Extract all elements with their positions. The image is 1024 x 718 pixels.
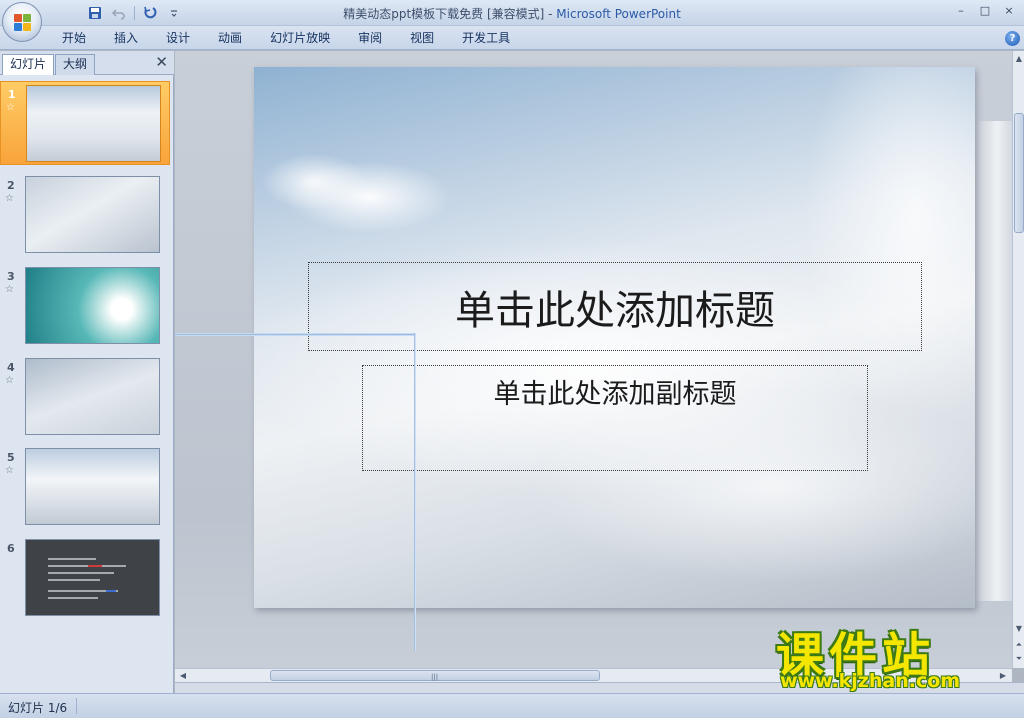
preview-text-line <box>48 579 100 581</box>
slide-preview <box>25 539 160 616</box>
slide-thumbnail-list: 1 ☆ 2 ☆ 3 ☆ 4 ☆ 5 ☆ 6 <box>0 79 174 691</box>
preview-text-line <box>48 597 98 599</box>
slide-number: 2 <box>7 179 15 192</box>
scroll-down-icon[interactable]: ▼ <box>1014 623 1024 635</box>
vertical-scrollbar[interactable]: ▲ ▼ ⏶ ⏷ <box>1012 51 1024 668</box>
animation-icon: ☆ <box>6 102 15 113</box>
window-title: 精美动态ppt模板下载免费 [兼容模式] - Microsoft PowerPo… <box>0 5 1024 22</box>
preview-text-line <box>48 572 114 574</box>
animation-icon: ☆ <box>5 375 14 386</box>
animation-light-line-vertical <box>414 333 416 651</box>
animation-icon: ☆ <box>5 284 14 295</box>
tab-slides[interactable]: 幻灯片 <box>2 54 55 75</box>
title-placeholder[interactable]: 单击此处添加标题 <box>308 262 922 351</box>
slide-number: 4 <box>7 361 15 374</box>
slide-number: 6 <box>7 542 15 555</box>
site-watermark: 课件站 www.kjzhan.com <box>772 616 1008 694</box>
slide-preview <box>25 176 160 253</box>
slide-number: 3 <box>7 270 15 283</box>
tab-outline[interactable]: 大纲 <box>55 54 96 75</box>
vertical-scroll-thumb[interactable] <box>1014 113 1024 233</box>
document-name: 精美动态ppt模板下载免费 [兼容模式] <box>343 7 545 21</box>
title-bar: 精美动态ppt模板下载免费 [兼容模式] - Microsoft PowerPo… <box>0 0 1024 26</box>
tab-design[interactable]: 设计 <box>152 30 204 46</box>
maximize-button[interactable]: □ <box>974 2 996 18</box>
preview-text-line <box>106 590 116 592</box>
minimize-button[interactable]: – <box>950 2 972 18</box>
slides-pane: 幻灯片 大纲 ✕ 1 ☆ 2 ☆ 3 ☆ 4 ☆ 5 ☆ 6 <box>0 51 174 693</box>
scroll-up-icon[interactable]: ▲ <box>1014 53 1024 65</box>
slide-number: 1 <box>8 88 16 101</box>
slide-count: 幻灯片 1/6 <box>8 701 68 715</box>
app-name: Microsoft PowerPoint <box>556 7 681 21</box>
subtitle-placeholder-text: 单击此处添加副标题 <box>493 379 737 410</box>
title-placeholder-text: 单击此处添加标题 <box>455 287 775 334</box>
watermark-url: www.kjzhan.com <box>780 670 961 692</box>
preview-text-line <box>48 565 126 567</box>
slide-thumbnail-1[interactable]: 1 ☆ <box>0 81 170 165</box>
pane-tabs: 幻灯片 大纲 ✕ <box>0 51 174 75</box>
status-divider <box>76 698 77 714</box>
ribbon-tabs: 开始 插入 设计 动画 幻灯片放映 审阅 视图 开发工具 <box>48 30 524 46</box>
subtitle-placeholder[interactable]: 单击此处添加副标题 <box>362 365 868 471</box>
tab-animations[interactable]: 动画 <box>204 30 256 46</box>
slide-thumbnail-4[interactable]: 4 ☆ <box>0 355 170 439</box>
tab-slide-show[interactable]: 幻灯片放映 <box>256 30 344 46</box>
horizontal-scroll-thumb[interactable]: ||| <box>270 670 600 681</box>
tab-insert[interactable]: 插入 <box>100 30 152 46</box>
animation-icon: ☆ <box>5 193 14 204</box>
help-icon[interactable]: ? <box>1005 31 1020 46</box>
next-slide-icon[interactable]: ⏷ <box>1014 653 1024 665</box>
title-separator: - <box>544 7 557 21</box>
slide-preview <box>25 358 160 435</box>
scroll-left-icon[interactable]: ◀ <box>177 670 189 682</box>
scroll-grip-icon: ||| <box>431 673 439 681</box>
ribbon: 开始 插入 设计 动画 幻灯片放映 审阅 视图 开发工具 ? <box>0 26 1024 50</box>
preview-text-line <box>88 565 102 567</box>
slide-thumbnail-2[interactable]: 2 ☆ <box>0 173 170 257</box>
preview-text-line <box>48 558 96 560</box>
office-button[interactable] <box>2 2 42 42</box>
slide-preview <box>25 448 160 525</box>
tab-developer[interactable]: 开发工具 <box>448 30 524 46</box>
current-slide[interactable]: 单击此处添加标题 单击此处添加副标题 <box>254 67 975 608</box>
animation-icon: ☆ <box>5 465 14 476</box>
close-icon[interactable]: ✕ <box>155 54 168 70</box>
background-image-overflow <box>975 121 1012 601</box>
status-bar: 幻灯片 1/6 <box>0 693 1024 718</box>
slide-number: 5 <box>7 451 15 464</box>
previous-slide-icon[interactable]: ⏶ <box>1014 639 1024 651</box>
window-controls: – □ × <box>950 2 1020 18</box>
tab-review[interactable]: 审阅 <box>344 30 396 46</box>
slide-editor: 单击此处添加标题 单击此处添加副标题 <box>175 51 1012 668</box>
slide-preview <box>25 267 160 344</box>
tab-home[interactable]: 开始 <box>48 30 100 46</box>
office-logo-icon <box>14 14 31 31</box>
slide-thumbnail-5[interactable]: 5 ☆ <box>0 445 170 529</box>
slide-thumbnail-6[interactable]: 6 <box>0 536 170 620</box>
slide-thumbnail-3[interactable]: 3 ☆ <box>0 264 170 348</box>
tab-view[interactable]: 视图 <box>396 30 448 46</box>
close-button[interactable]: × <box>998 2 1020 18</box>
animation-light-line-horizontal <box>175 333 415 336</box>
slide-preview <box>26 85 161 162</box>
